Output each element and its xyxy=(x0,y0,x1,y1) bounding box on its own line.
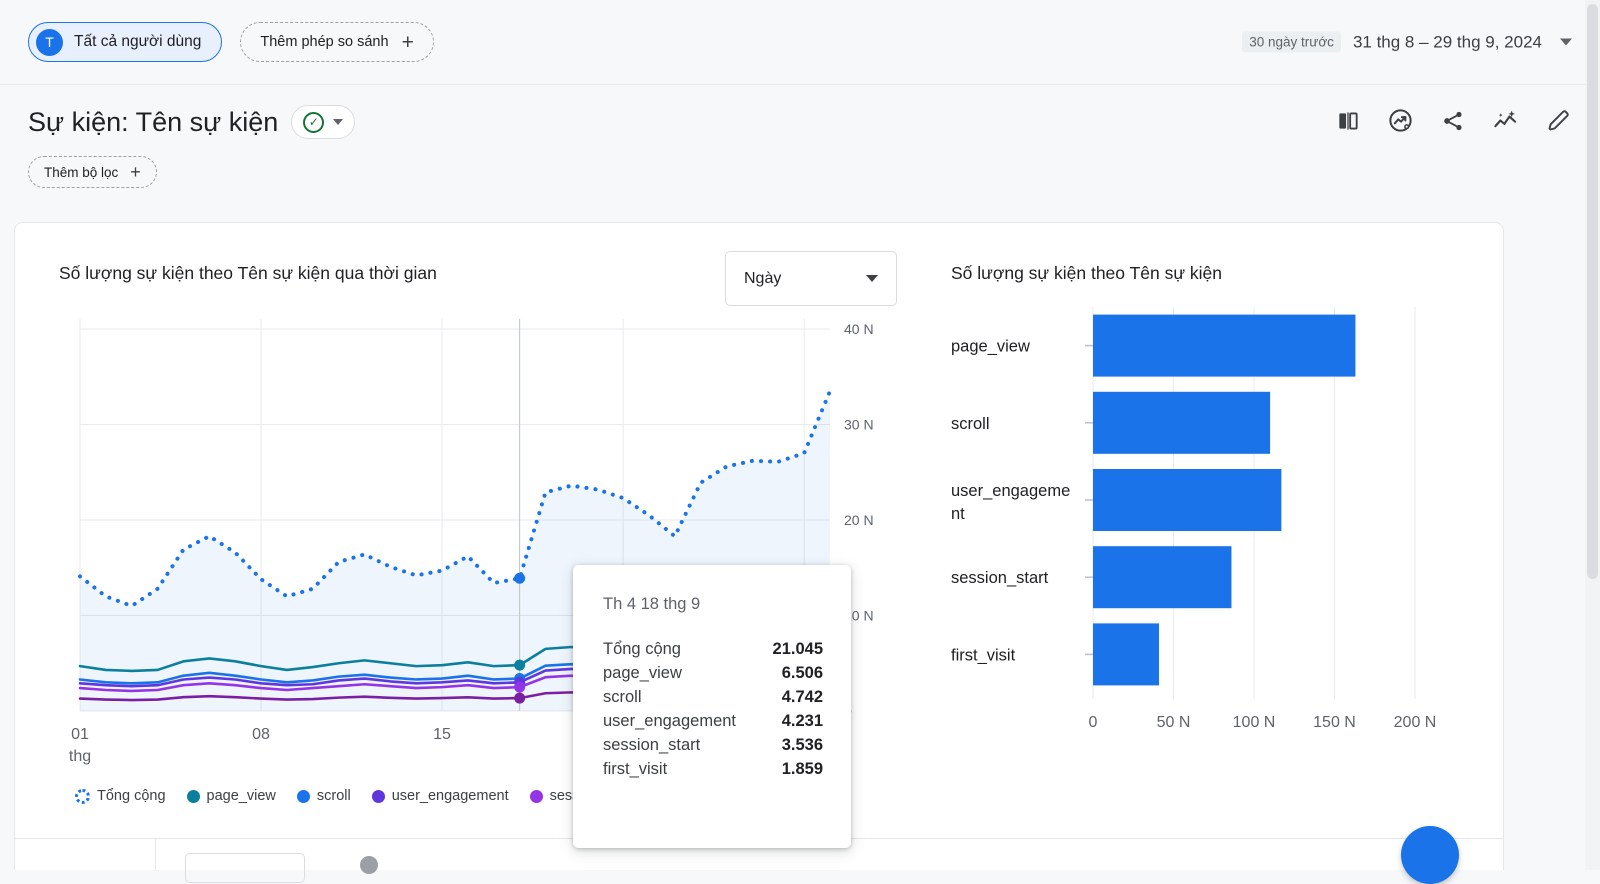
avatar: T xyxy=(36,29,63,56)
legend-item-tổng-cộng[interactable]: Tổng cộng xyxy=(75,788,166,804)
report-header: Sự kiện: Tên sự kiện ✓ Thêm bộ lọc + xyxy=(0,85,1600,188)
legend-label: Tổng cộng xyxy=(97,788,166,804)
bar-scroll[interactable] xyxy=(1093,392,1270,454)
svg-text:user_engageme: user_engageme xyxy=(951,482,1070,500)
granularity-select[interactable]: Ngày xyxy=(725,251,897,306)
legend-swatch xyxy=(530,790,543,803)
bar-label-page_view: page_view xyxy=(951,338,1030,356)
page-scrollbar[interactable] xyxy=(1585,0,1600,870)
tooltip-date: Th 4 18 thg 9 xyxy=(603,595,823,614)
chevron-down-icon xyxy=(333,119,343,125)
bar-label-first_visit: first_visit xyxy=(951,646,1016,664)
date-range-badge: 30 ngày trước xyxy=(1242,32,1341,53)
tooltip-row: page_view 6.506 xyxy=(603,664,823,683)
legend-label: page_view xyxy=(207,788,276,804)
bar-first_visit[interactable] xyxy=(1093,623,1159,685)
legend-swatch xyxy=(75,789,90,804)
svg-text:200 N: 200 N xyxy=(1394,714,1437,731)
scrollbar-thumb[interactable] xyxy=(1587,4,1598,579)
insights-icon[interactable] xyxy=(1387,107,1414,134)
tooltip-row-value: 1.859 xyxy=(782,760,823,779)
compare-panels-icon[interactable] xyxy=(1335,108,1361,134)
line-chart-title: Số lượng sự kiện theo Tên sự kiện qua th… xyxy=(59,263,437,284)
plus-icon: + xyxy=(130,163,141,181)
bar-session_start[interactable] xyxy=(1093,546,1231,608)
svg-text:50 N: 50 N xyxy=(1157,714,1191,731)
info-icon[interactable] xyxy=(360,856,378,874)
svg-text:thg: thg xyxy=(69,748,91,765)
svg-text:15: 15 xyxy=(433,726,451,743)
legend-item-user_engagement[interactable]: user_engagement xyxy=(372,788,509,804)
tooltip-row-label: session_start xyxy=(603,736,700,755)
page-title: Sự kiện: Tên sự kiện xyxy=(28,107,278,138)
chevron-down-icon xyxy=(866,275,878,282)
bar-chart-title: Số lượng sự kiện theo Tên sự kiện xyxy=(951,263,1503,284)
svg-text:100 N: 100 N xyxy=(1233,714,1276,731)
tooltip-row: Tổng cộng 21.045 xyxy=(603,640,823,659)
bar-chart-svg[interactable]: page_viewscroll user_engagement session_st… xyxy=(935,293,1475,783)
tooltip-row-label: scroll xyxy=(603,688,642,707)
chevron-down-icon xyxy=(1560,39,1572,46)
granularity-value: Ngày xyxy=(744,270,781,288)
bar-page_view[interactable] xyxy=(1093,315,1355,377)
floating-action-button[interactable] xyxy=(1401,826,1459,884)
audience-chip-all-users[interactable]: T Tất cả người dùng xyxy=(28,22,222,62)
divider xyxy=(155,839,156,871)
tooltip-row-value: 3.536 xyxy=(782,736,823,755)
legend-item-page_view[interactable]: page_view xyxy=(187,788,276,804)
tooltip-row: session_start 3.536 xyxy=(603,736,823,755)
share-icon[interactable] xyxy=(1440,108,1466,134)
svg-text:nt: nt xyxy=(951,505,965,523)
bar-label-session_start: session_start xyxy=(951,569,1049,587)
top-bar: T Tất cả người dùng Thêm phép so sánh + … xyxy=(0,0,1600,85)
svg-text:20 N: 20 N xyxy=(844,512,874,528)
tooltip-row: user_engagement 4.231 xyxy=(603,712,823,731)
bar-chart-panel: Số lượng sự kiện theo Tên sự kiện page_v… xyxy=(935,223,1503,846)
dimension-status-dropdown[interactable]: ✓ xyxy=(291,105,355,139)
svg-text:08: 08 xyxy=(252,726,270,743)
add-comparison-button[interactable]: Thêm phép so sánh + xyxy=(240,22,433,62)
audience-chip-label: Tất cả người dùng xyxy=(74,33,201,51)
tooltip-row-value: 4.231 xyxy=(782,712,823,731)
report-toolbar xyxy=(1335,107,1572,134)
bar-user_engagement[interactable] xyxy=(1093,469,1281,531)
chart-tooltip: Th 4 18 thg 9 Tổng cộng 21.045 page_view 6.… xyxy=(573,565,851,848)
add-filter-label: Thêm bộ lọc xyxy=(44,165,118,180)
svg-text:01: 01 xyxy=(71,726,89,743)
svg-text:150 N: 150 N xyxy=(1313,714,1356,731)
tooltip-row-label: Tổng cộng xyxy=(603,640,681,659)
add-filter-button[interactable]: Thêm bộ lọc + xyxy=(28,156,157,188)
tooltip-row-label: first_visit xyxy=(603,760,667,779)
tooltip-row: scroll 4.742 xyxy=(603,688,823,707)
date-range-value: 31 thg 8 – 29 thg 9, 2024 xyxy=(1353,32,1542,52)
plus-icon: + xyxy=(402,32,414,53)
tooltip-row-value: 4.742 xyxy=(782,688,823,707)
date-range-selector[interactable]: 30 ngày trước 31 thg 8 – 29 thg 9, 2024 xyxy=(1242,32,1572,53)
tooltip-row-value: 21.045 xyxy=(773,640,823,659)
legend-swatch xyxy=(297,790,310,803)
table-search-input[interactable] xyxy=(185,853,305,883)
svg-text:30 N: 30 N xyxy=(844,417,874,433)
svg-text:0: 0 xyxy=(1089,714,1098,731)
edit-pencil-icon[interactable] xyxy=(1545,107,1572,134)
legend-item-scroll[interactable]: scroll xyxy=(297,788,351,804)
legend-swatch xyxy=(372,790,385,803)
bar-label-scroll: scroll xyxy=(951,415,990,433)
tooltip-row-label: user_engagement xyxy=(603,712,736,731)
legend-label: user_engagement xyxy=(392,788,509,804)
ai-insights-icon[interactable] xyxy=(1492,107,1519,134)
tooltip-row-label: page_view xyxy=(603,664,682,683)
check-circle-icon: ✓ xyxy=(303,112,324,133)
add-comparison-label: Thêm phép so sánh xyxy=(260,34,388,50)
legend-swatch xyxy=(187,790,200,803)
legend-label: scroll xyxy=(317,788,351,804)
svg-text:40 N: 40 N xyxy=(844,321,874,337)
tooltip-row: first_visit 1.859 xyxy=(603,760,823,779)
tooltip-row-value: 6.506 xyxy=(782,664,823,683)
